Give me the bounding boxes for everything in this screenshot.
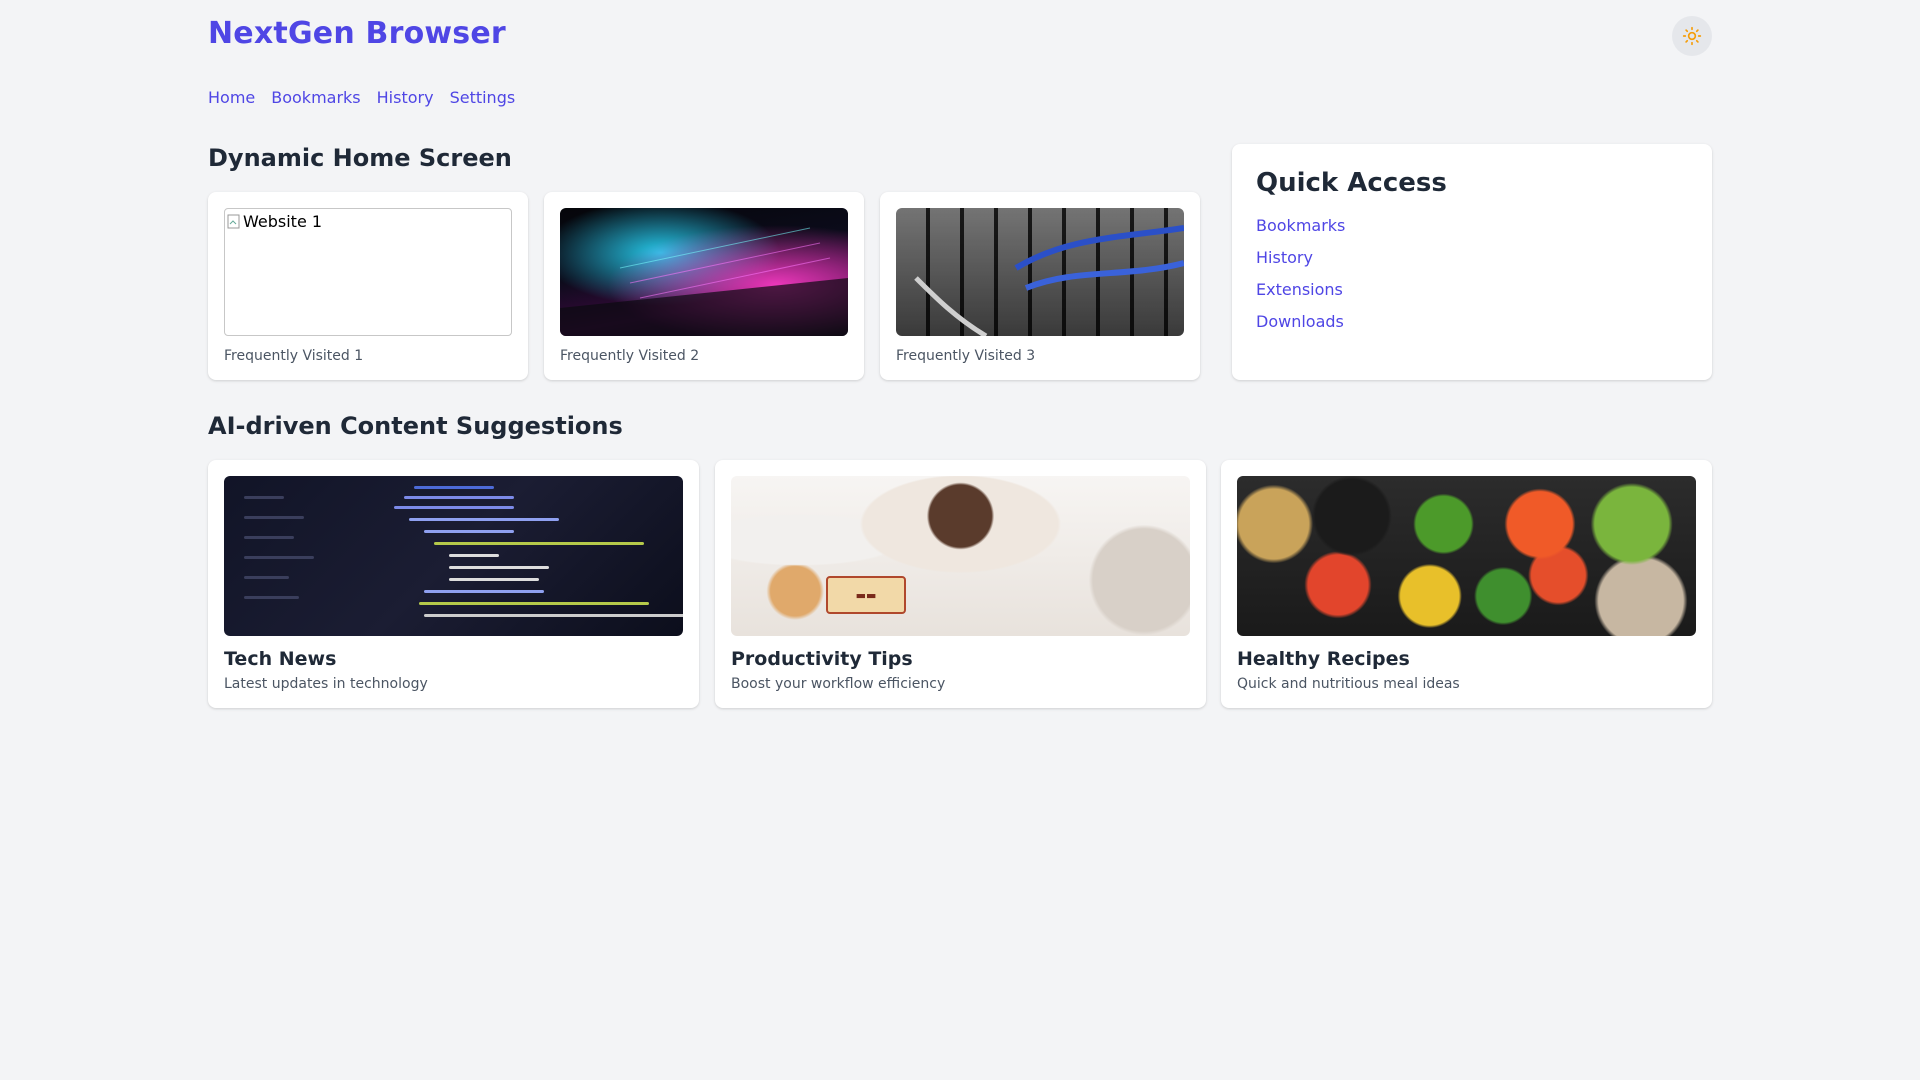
suggestions-section-title: AI-driven Content Suggestions — [208, 412, 623, 440]
quick-link-bookmarks[interactable]: Bookmarks — [1256, 216, 1688, 236]
website-2-thumbnail — [560, 208, 848, 336]
visited-caption: Frequently Visited 1 — [224, 348, 364, 364]
theme-toggle-button[interactable] — [1672, 16, 1712, 56]
suggestion-card-tech-news[interactable]: Tech News Latest updates in technology — [208, 460, 699, 708]
suggestion-card-healthy-recipes[interactable]: Healthy Recipes Quick and nutritious mea… — [1221, 460, 1712, 708]
suggestion-title: Healthy Recipes — [1237, 648, 1410, 670]
quick-link-downloads[interactable]: Downloads — [1256, 312, 1688, 332]
product-label-image: ▬▬ — [826, 576, 906, 614]
quick-link-extensions[interactable]: Extensions — [1256, 280, 1688, 300]
thumbnail-alt-text: Website 1 — [243, 212, 323, 231]
suggestion-description: Latest updates in technology — [224, 676, 428, 692]
website-1-thumbnail: Website 1 — [224, 208, 512, 336]
visited-card-3[interactable]: Frequently Visited 3 — [880, 192, 1200, 380]
home-section-title: Dynamic Home Screen — [208, 144, 512, 172]
quick-access-title: Quick Access — [1256, 168, 1447, 198]
sun-icon — [1682, 26, 1702, 46]
quick-access-links: Bookmarks History Extensions Downloads — [1256, 216, 1688, 332]
suggestion-description: Quick and nutritious meal ideas — [1237, 676, 1460, 692]
header: NextGen Browser — [208, 0, 1712, 72]
visited-caption: Frequently Visited 2 — [560, 348, 700, 364]
nav-settings[interactable]: Settings — [450, 88, 516, 107]
healthy-recipes-image — [1237, 476, 1696, 636]
suggestion-title: Tech News — [224, 648, 337, 670]
nav-history[interactable]: History — [377, 88, 434, 107]
visited-caption: Frequently Visited 3 — [896, 348, 1036, 364]
visited-card-2[interactable]: Frequently Visited 2 — [544, 192, 864, 380]
suggestion-title: Productivity Tips — [731, 648, 913, 670]
page-container: NextGen Browser Home Bookmarks History S… — [208, 0, 1712, 708]
website-3-thumbnail — [896, 208, 1184, 336]
tech-news-image — [224, 476, 683, 636]
main-nav: Home Bookmarks History Settings — [208, 88, 515, 107]
suggestion-description: Boost your workflow efficiency — [731, 676, 946, 692]
quick-link-history[interactable]: History — [1256, 248, 1688, 268]
nav-bookmarks[interactable]: Bookmarks — [271, 88, 360, 107]
broken-image-icon: Website 1 — [227, 212, 322, 231]
productivity-tips-image: ▬▬ — [731, 476, 1190, 636]
suggestion-card-productivity-tips[interactable]: ▬▬ Productivity Tips Boost your workflow… — [715, 460, 1206, 708]
nav-home[interactable]: Home — [208, 88, 255, 107]
quick-access-panel: Quick Access Bookmarks History Extension… — [1232, 144, 1712, 380]
brand-title: NextGen Browser — [208, 16, 506, 51]
visited-card-1[interactable]: Website 1 Frequently Visited 1 — [208, 192, 528, 380]
